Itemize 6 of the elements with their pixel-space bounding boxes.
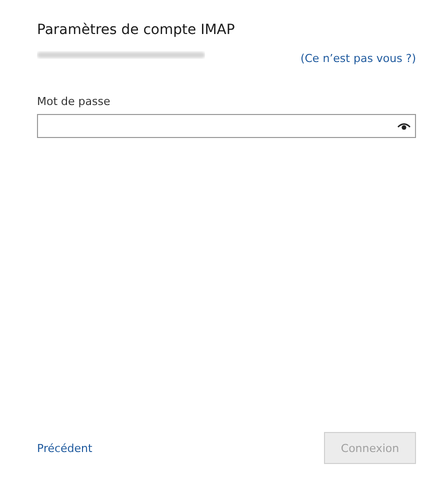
dialog-title: Paramètres de compte IMAP: [37, 21, 236, 40]
not-you-link[interactable]: (Ce n’est pas vous ?): [300, 52, 416, 65]
eye-icon[interactable]: [397, 122, 411, 130]
password-label: Mot de passe: [37, 95, 112, 108]
back-link[interactable]: Précédent: [37, 442, 92, 454]
password-field[interactable]: [37, 114, 416, 138]
